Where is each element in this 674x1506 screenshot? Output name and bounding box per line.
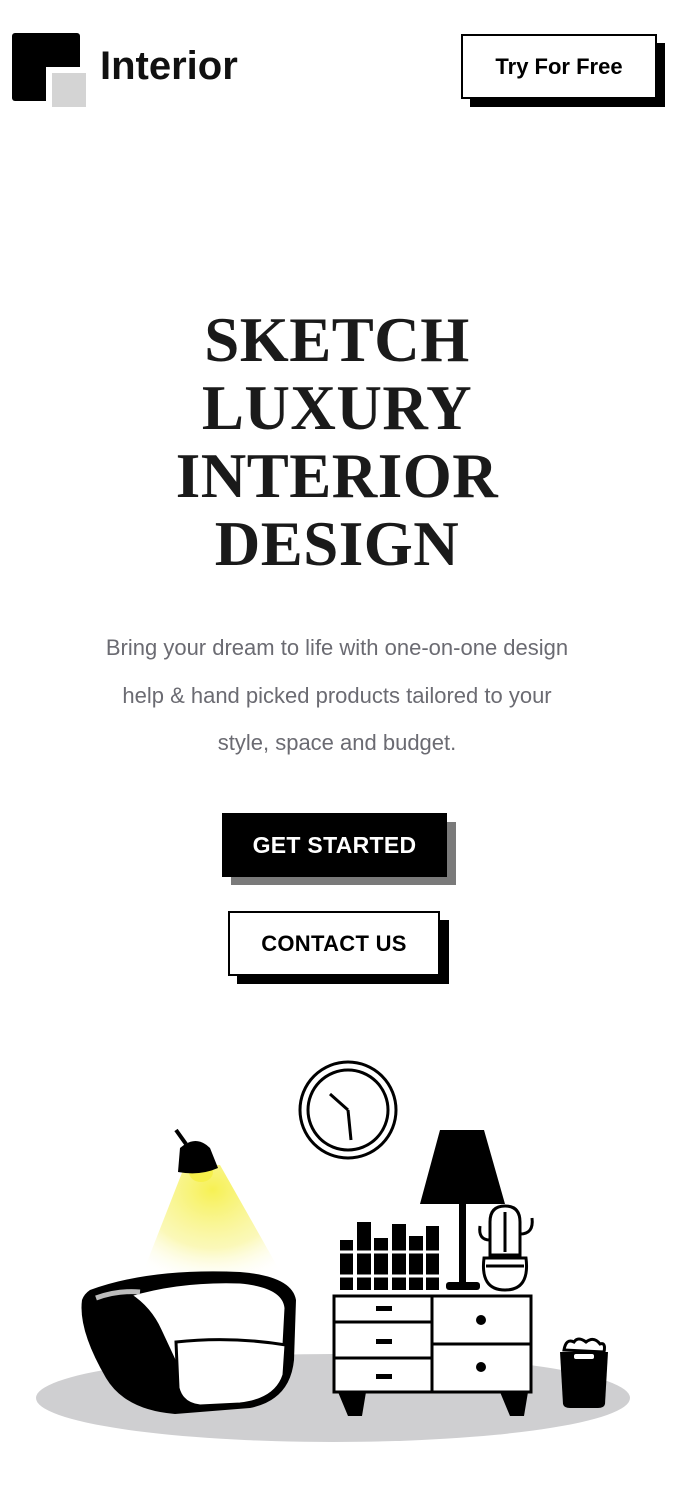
brand-name[interactable]: Interior [100,42,238,90]
cactus-plant-icon [478,1204,534,1292]
interior-illustration [36,1060,630,1442]
headline-line: INTERIOR [175,441,499,511]
site-header: Interior Try For Free [0,0,674,120]
subtitle-line: help & hand picked products tailored to … [122,682,552,708]
contact-us-container: CONTACT US [228,911,450,985]
get-started-button[interactable]: GET STARTED [222,813,447,877]
try-for-free-button[interactable]: Try For Free [461,34,657,99]
subtitle-line: Bring your dream to life with one-on-one… [105,635,569,660]
try-for-free-container: Try For Free [461,34,666,108]
hero-subtitle: Bring your dream to life with one-on-one… [70,624,604,767]
bookshelf-books-icon [340,1222,439,1290]
headline-line: LUXURY [201,373,473,443]
ceiling-lamp-icon [140,1128,285,1288]
trash-bin-icon [560,1337,608,1408]
logo-square-icon[interactable] [12,33,86,107]
get-started-container: GET STARTED [222,813,457,887]
subtitle-line: style, space and budget. [217,730,457,755]
logo-gray-block [46,67,86,107]
headline-line: DESIGN [214,509,460,579]
clock-icon [298,1060,398,1160]
hero-headline: SKETCH LUXURY INTERIOR DESIGN [0,306,674,578]
headline-line: SKETCH [204,305,470,375]
contact-us-button[interactable]: CONTACT US [228,911,440,976]
